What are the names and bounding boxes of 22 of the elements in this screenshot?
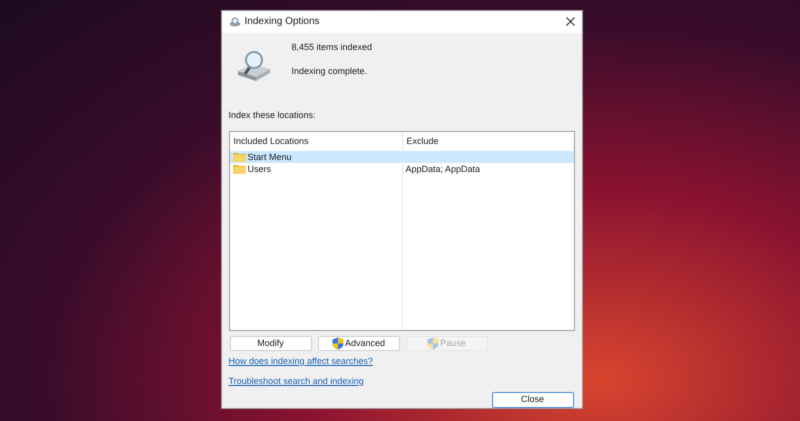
folder-icon — [232, 164, 246, 174]
shield-icon — [332, 337, 344, 350]
window-title: Indexing Options — [244, 15, 320, 30]
folder-icon — [232, 152, 246, 162]
location-cell[interactable]: Start Menu — [230, 151, 402, 164]
action-button[interactable]: Modify — [230, 336, 312, 351]
exclude-cell[interactable]: AppData; AppData — [402, 163, 574, 176]
column-header[interactable]: Exclude — [402, 132, 574, 152]
location-cell[interactable]: Users — [230, 163, 402, 176]
close-icon[interactable] — [566, 17, 574, 26]
close-button[interactable]: Close — [492, 392, 574, 408]
help-link[interactable]: How does indexing affect searches? — [228, 355, 373, 368]
drive-search-icon — [236, 48, 272, 83]
section-label: Index these locations: — [228, 108, 317, 122]
drive-search-icon — [228, 16, 240, 27]
help-link[interactable]: Troubleshoot search and indexing — [228, 374, 364, 388]
items-indexed-count: 8,455 items indexed — [292, 40, 372, 54]
column-header[interactable]: Included Locations — [230, 132, 402, 152]
shield-icon — [427, 337, 440, 350]
indexing-status: Indexing complete. — [292, 65, 368, 78]
exclude-cell[interactable] — [402, 151, 574, 164]
action-button[interactable]: Advanced — [318, 336, 400, 351]
